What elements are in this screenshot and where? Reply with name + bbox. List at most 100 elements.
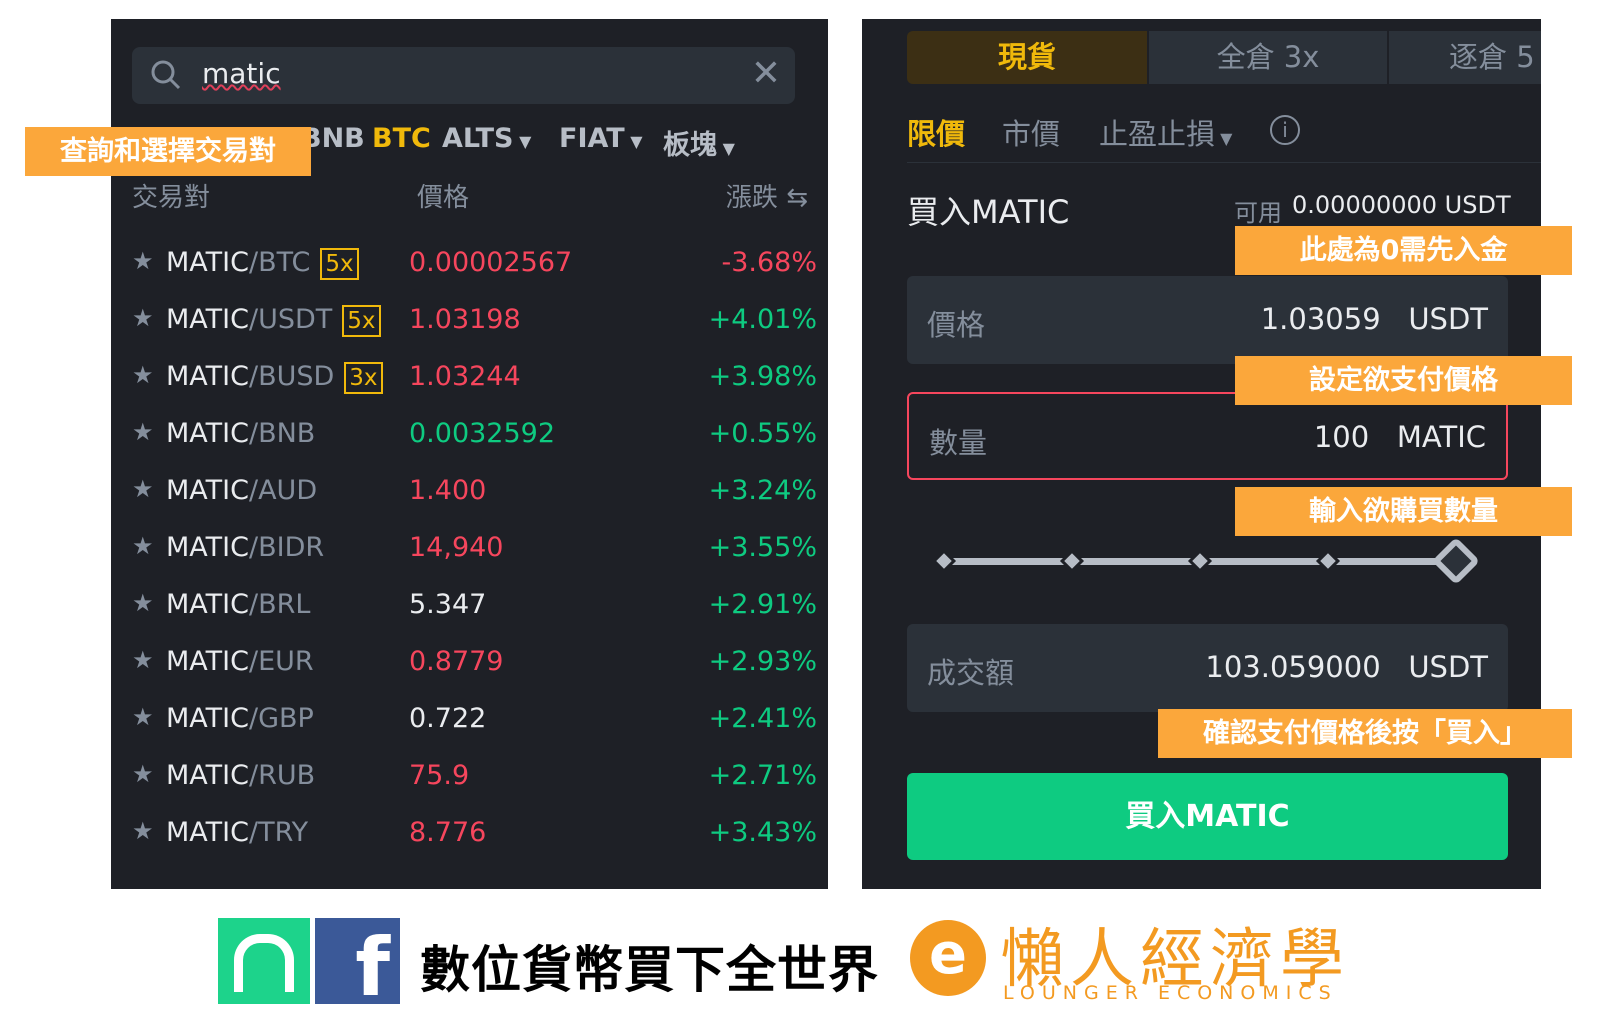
- brand-logo-icon: e: [910, 920, 986, 996]
- star-icon[interactable]: ★: [132, 703, 154, 731]
- pair-row[interactable]: ★ MATIC/AUD 1.400 +3.24%: [132, 465, 817, 522]
- star-icon[interactable]: ★: [132, 247, 154, 275]
- pair-name: MATIC/BRL: [166, 589, 310, 620]
- pair-base: MATIC: [166, 646, 249, 677]
- star-icon[interactable]: ★: [132, 760, 154, 788]
- annotation-amount: 輸入欲購買數量: [1235, 487, 1572, 536]
- pair-change: +2.91%: [708, 589, 817, 620]
- order-type-limit[interactable]: 限價: [907, 111, 965, 153]
- pair-row[interactable]: ★ MATIC/TRY 8.776 +3.43%: [132, 807, 817, 864]
- pair-change: +2.41%: [708, 703, 817, 734]
- pair-row[interactable]: ★ MATIC/USDT 5x 1.03198 +4.01%: [132, 294, 817, 351]
- price-label: 價格: [927, 308, 986, 342]
- pair-name: MATIC/USDT 5x: [166, 304, 381, 337]
- order-type-stop[interactable]: 止盈止損 ▼: [1099, 111, 1232, 153]
- annotation-search: 查詢和選擇交易對: [25, 127, 311, 176]
- pair-row[interactable]: ★ MATIC/GBP 0.722 +2.41%: [132, 693, 817, 750]
- search-icon: [151, 60, 181, 90]
- slider-tick-25[interactable]: [1059, 548, 1085, 574]
- clear-search-icon[interactable]: ✕: [751, 53, 781, 94]
- pair-base: MATIC: [166, 817, 249, 848]
- pair-change: +2.71%: [708, 760, 817, 791]
- pair-price: 5.347: [409, 589, 487, 620]
- price-input[interactable]: 價格 1.03059 USDT: [907, 276, 1508, 364]
- buy-button[interactable]: 買入MATIC: [907, 773, 1508, 860]
- amount-label: 數量: [929, 426, 988, 460]
- amount-input[interactable]: 數量 100 MATIC: [907, 392, 1508, 480]
- slider-tick-75[interactable]: [1315, 548, 1341, 574]
- swap-icon[interactable]: ⇆: [786, 183, 808, 213]
- col-price[interactable]: 價格: [417, 177, 469, 214]
- total-label: 成交額: [927, 656, 1015, 690]
- amount-number: 100: [1313, 420, 1370, 454]
- star-icon[interactable]: ★: [132, 646, 154, 674]
- tab-btc[interactable]: BTC: [372, 123, 431, 154]
- pair-row[interactable]: ★ MATIC/BUSD 3x 1.03244 +3.98%: [132, 351, 817, 408]
- total-input[interactable]: 成交額 103.059000 USDT: [907, 624, 1508, 712]
- pair-price: 8.776: [409, 817, 487, 848]
- pair-row[interactable]: ★ MATIC/BRL 5.347 +2.91%: [132, 579, 817, 636]
- star-icon[interactable]: ★: [132, 532, 154, 560]
- pair-row[interactable]: ★ MATIC/RUB 75.9 +2.71%: [132, 750, 817, 807]
- pair-price: 75.9: [409, 760, 470, 791]
- pair-name: MATIC/BUSD 3x: [166, 361, 383, 394]
- available-label: 可用: [1234, 199, 1282, 227]
- tab-fiat[interactable]: FIAT ▼: [559, 123, 643, 154]
- pair-change: +2.93%: [708, 646, 817, 677]
- search-input[interactable]: matic: [202, 57, 281, 90]
- tab-spot[interactable]: 現貨: [907, 31, 1147, 84]
- pair-row[interactable]: ★ MATIC/BIDR 14,940 +3.55%: [132, 522, 817, 579]
- pair-name: MATIC/AUD: [166, 475, 317, 506]
- pair-price: 14,940: [409, 532, 504, 563]
- pair-quote: /BNB: [248, 418, 316, 449]
- slider-tick-0[interactable]: [932, 548, 957, 574]
- line-logo-icon: [218, 918, 310, 1004]
- order-type-market[interactable]: 市價: [1002, 111, 1060, 153]
- star-icon[interactable]: ★: [132, 304, 154, 332]
- pair-change: +3.24%: [708, 475, 817, 506]
- pair-change: +0.55%: [708, 418, 817, 449]
- pair-base: MATIC: [166, 475, 249, 506]
- tab-alts[interactable]: ALTS ▼: [442, 123, 531, 154]
- star-icon[interactable]: ★: [132, 418, 154, 446]
- tab-sectors-label: 板塊: [663, 130, 717, 161]
- info-icon[interactable]: i: [1270, 115, 1300, 145]
- annotation-price: 設定欲支付價格: [1235, 356, 1572, 405]
- pair-row[interactable]: ★ MATIC/BTC 5x 0.00002567 -3.68%: [132, 237, 817, 294]
- amount-slider[interactable]: [932, 537, 1492, 587]
- pair-name: MATIC/BNB: [166, 418, 315, 449]
- slider-handle[interactable]: [1434, 539, 1478, 583]
- search-box[interactable]: matic ✕: [132, 47, 795, 104]
- brand-name-en: LOUNGER ECONOMICS: [1003, 982, 1338, 1004]
- pair-quote: /BUSD: [248, 361, 335, 392]
- divider: [907, 162, 1541, 163]
- caret-down-icon: ▼: [1215, 129, 1233, 148]
- tab-cross[interactable]: 全倉 3x: [1149, 31, 1387, 84]
- amount-value: 100 MATIC: [1314, 420, 1486, 454]
- col-change[interactable]: 漲跌 ⇆: [726, 177, 808, 214]
- star-icon[interactable]: ★: [132, 589, 154, 617]
- slider-tick-50[interactable]: [1187, 548, 1213, 574]
- total-value: 103.059000 USDT: [1205, 650, 1488, 684]
- pair-name: MATIC/EUR: [166, 646, 314, 677]
- leverage-badge: 3x: [344, 362, 383, 394]
- leverage-badge: 5x: [342, 305, 381, 337]
- pair-price: 0.00002567: [409, 247, 573, 278]
- price-number: 1.03059: [1260, 302, 1381, 336]
- tab-isolated[interactable]: 逐倉 5: [1389, 31, 1541, 84]
- pair-row[interactable]: ★ MATIC/BNB 0.0032592 +0.55%: [132, 408, 817, 465]
- pair-quote: /RUB: [248, 760, 316, 791]
- pair-price: 0.722: [409, 703, 487, 734]
- star-icon[interactable]: ★: [132, 817, 154, 845]
- tab-alts-label: ALTS: [442, 123, 514, 154]
- annotation-deposit: 此處為0需先入金: [1235, 226, 1572, 275]
- tab-sectors[interactable]: 板塊 ▼: [663, 123, 735, 162]
- star-icon[interactable]: ★: [132, 475, 154, 503]
- total-unit: USDT: [1408, 650, 1488, 684]
- pair-quote: /USDT: [248, 304, 333, 335]
- star-icon[interactable]: ★: [132, 361, 154, 389]
- pair-price: 1.400: [409, 475, 487, 506]
- col-pair[interactable]: 交易對: [132, 177, 210, 214]
- pair-row[interactable]: ★ MATIC/EUR 0.8779 +2.93%: [132, 636, 817, 693]
- price-unit: USDT: [1408, 302, 1488, 336]
